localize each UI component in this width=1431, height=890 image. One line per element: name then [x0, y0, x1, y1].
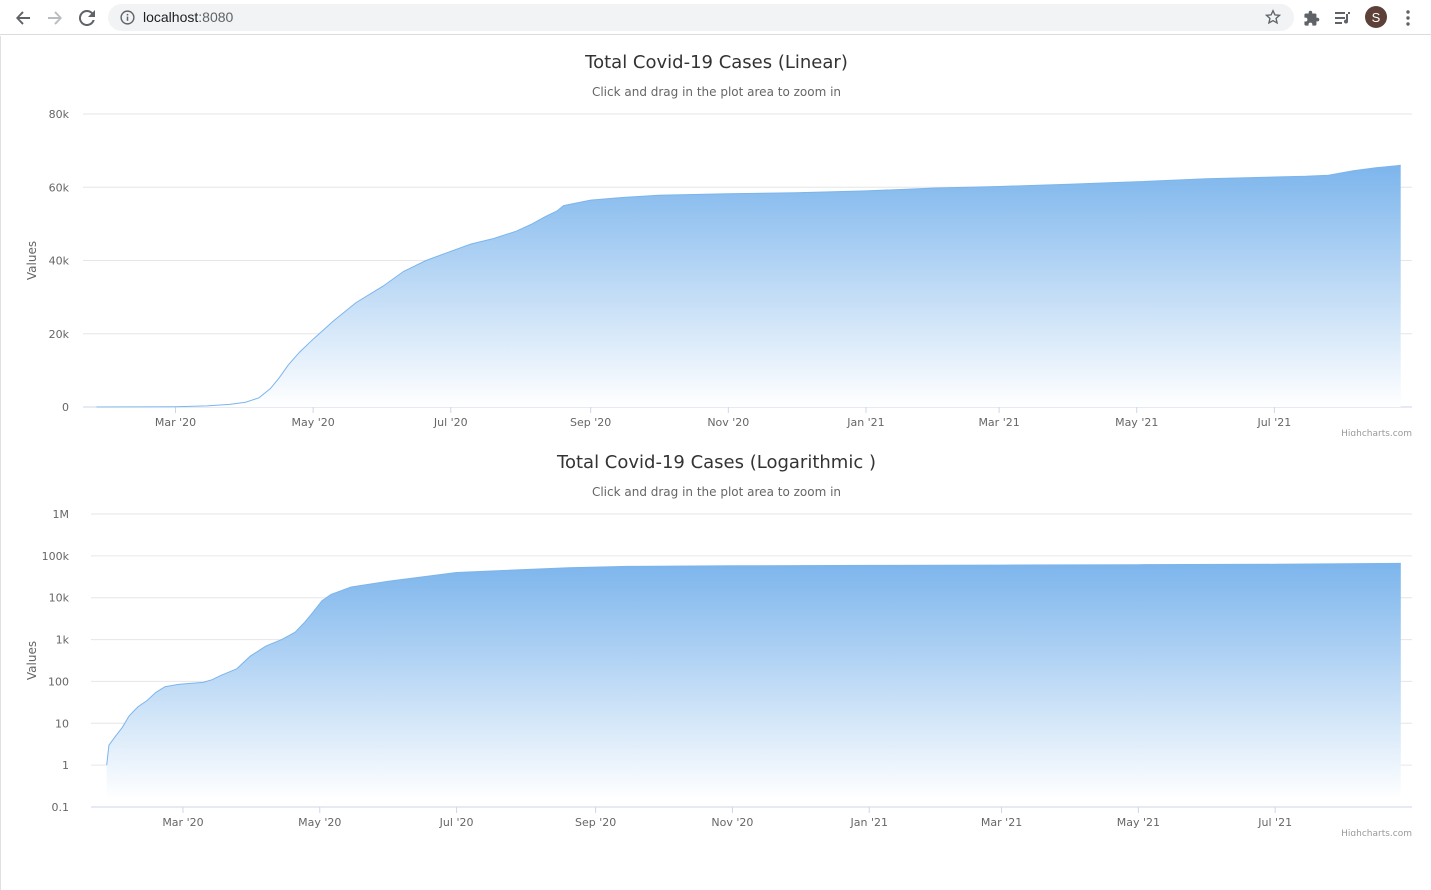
chart-subtitle: Click and drag in the plot area to zoom … — [592, 485, 841, 499]
x-tick-label: Sep '20 — [575, 816, 616, 829]
chart-title: Total Covid-19 Cases (Logarithmic ) — [556, 452, 876, 473]
reading-list-icon[interactable] — [1330, 5, 1356, 31]
x-tick-label: Mar '21 — [981, 816, 1022, 829]
url-port: :8080 — [198, 9, 234, 25]
y-tick-label: 60k — [49, 181, 70, 194]
page-content: Total Covid-19 Cases (Linear) Click and d… — [0, 36, 1431, 890]
extensions-icon[interactable] — [1298, 5, 1324, 31]
x-tick-label: Sep '20 — [570, 416, 611, 429]
y-axis-title: Values — [25, 241, 39, 280]
x-tick-label: Jan '21 — [850, 816, 888, 829]
star-icon[interactable] — [1264, 9, 1282, 30]
y-tick-label: 100 — [48, 675, 69, 688]
y-tick-label: 1 — [62, 759, 69, 772]
linear-chart[interactable]: Total Covid-19 Cases (Linear) Click and d… — [1, 36, 1431, 436]
x-tick-label: Jul '20 — [439, 816, 474, 829]
y-tick-label: 80k — [49, 108, 70, 121]
more-vert-icon[interactable] — [1395, 5, 1421, 31]
url-host: localhost — [143, 9, 199, 25]
series-area — [96, 165, 1401, 407]
credits-link[interactable]: Highcharts.com — [1341, 829, 1412, 836]
chart-subtitle: Click and drag in the plot area to zoom … — [592, 85, 841, 99]
x-tick-label: Jan '21 — [846, 416, 884, 429]
y-tick-label: 0 — [62, 401, 69, 414]
y-tick-label: 1M — [53, 508, 70, 521]
x-tick-label: Mar '21 — [978, 416, 1019, 429]
avatar[interactable]: S — [1365, 6, 1387, 28]
x-tick-label: May '21 — [1115, 416, 1158, 429]
y-tick-label: 1k — [56, 634, 70, 647]
browser-toolbar: localhost:8080 S — [0, 0, 1431, 35]
y-tick-label: 100k — [42, 550, 70, 563]
x-tick-label: May '20 — [292, 416, 335, 429]
url-text: localhost:8080 — [143, 9, 233, 25]
chart-svg-0: Total Covid-19 Cases (Linear) Click and d… — [25, 52, 1412, 436]
series-area — [106, 563, 1401, 799]
x-tick-label: Jul '20 — [433, 416, 468, 429]
x-tick-label: May '21 — [1117, 816, 1160, 829]
x-tick-label: Nov '20 — [707, 416, 749, 429]
x-tick-label: Nov '20 — [711, 816, 753, 829]
y-tick-label: 20k — [49, 328, 70, 341]
y-tick-label: 10k — [49, 592, 70, 605]
log-chart[interactable]: Total Covid-19 Cases (Logarithmic ) Click… — [1, 436, 1431, 836]
x-tick-label: Jul '21 — [1257, 816, 1292, 829]
avatar-letter: S — [1371, 9, 1381, 25]
info-icon[interactable] — [120, 10, 135, 30]
chart-svg-1: Total Covid-19 Cases (Logarithmic ) Click… — [25, 452, 1412, 836]
x-tick-label: Mar '20 — [162, 816, 203, 829]
y-tick-label: 10 — [55, 717, 69, 730]
back-arrow-icon[interactable] — [10, 5, 36, 31]
credits-link[interactable]: Highcharts.com — [1341, 429, 1412, 436]
x-tick-label: Mar '20 — [155, 416, 196, 429]
x-tick-label: Jul '21 — [1256, 416, 1291, 429]
chart-title: Total Covid-19 Cases (Linear) — [584, 52, 848, 73]
x-tick-label: May '20 — [298, 816, 341, 829]
y-axis-title: Values — [25, 641, 39, 680]
y-tick-label: 40k — [49, 255, 70, 268]
address-bar[interactable]: localhost:8080 — [108, 4, 1294, 31]
forward-arrow-icon[interactable] — [42, 5, 68, 31]
reload-icon[interactable] — [74, 5, 100, 31]
y-tick-label: 0.1 — [52, 801, 70, 814]
